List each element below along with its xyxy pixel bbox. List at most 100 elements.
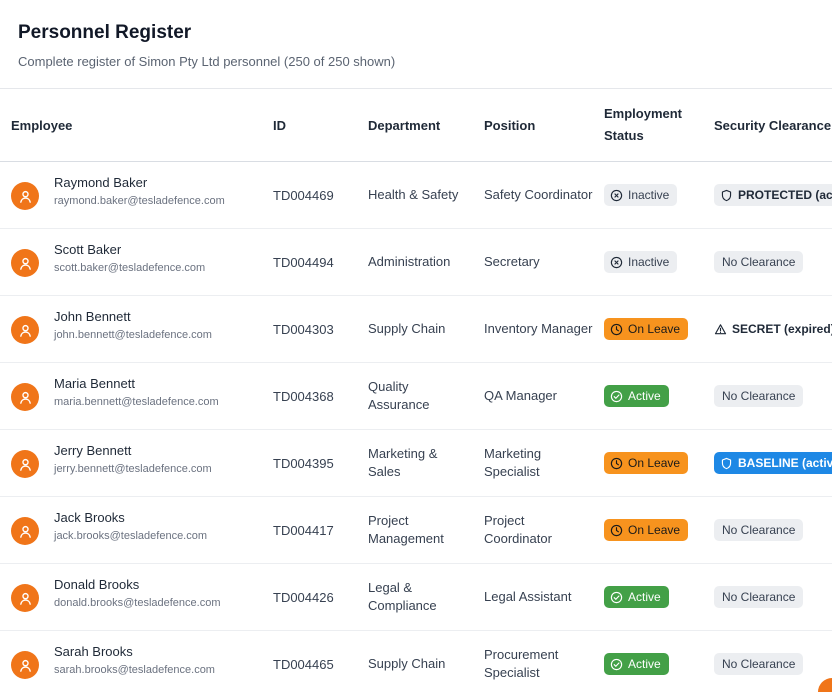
column-header-security-clearance[interactable]: Security Clearance	[714, 89, 831, 161]
clearance-label: No Clearance	[722, 255, 796, 269]
employee-email[interactable]: maria.bennett@tesladefence.com	[54, 396, 219, 408]
employee-name[interactable]: Donald Brooks	[54, 577, 221, 592]
column-header-employee[interactable]: Employee	[11, 89, 72, 161]
clearance-label: BASELINE (active)	[738, 456, 832, 470]
clearance-label: PROTECTED (active)	[738, 188, 832, 202]
employee-name[interactable]: John Bennett	[54, 309, 212, 324]
table-row[interactable]: Sarah Brooks sarah.brooks@tesladefence.c…	[0, 631, 832, 692]
page-subtitle: Complete register of Simon Pty Ltd perso…	[18, 54, 396, 69]
employee-cell: Sarah Brooks sarah.brooks@tesladefence.c…	[54, 644, 215, 676]
clearance-badge: BASELINE (active)	[714, 452, 832, 474]
user-icon	[18, 189, 33, 204]
table-row[interactable]: Scott Baker scott.baker@tesladefence.com…	[0, 229, 832, 296]
clearance-label: No Clearance	[722, 657, 796, 671]
employment-status-cell: Active	[604, 363, 669, 429]
table-row[interactable]: Donald Brooks donald.brooks@tesladefence…	[0, 564, 832, 631]
employee-name[interactable]: Maria Bennett	[54, 376, 219, 391]
employee-cell: Maria Bennett maria.bennett@tesladefence…	[54, 376, 219, 408]
page-header: Personnel Register Complete register of …	[18, 22, 395, 69]
status-badge: Inactive	[604, 184, 678, 206]
department-cell: Marketing & Sales	[368, 446, 438, 479]
clearance-badge: No Clearance	[714, 251, 804, 273]
clearance-badge: No Clearance	[714, 586, 804, 608]
employee-name[interactable]: Sarah Brooks	[54, 644, 215, 659]
department-cell: Supply Chain	[368, 656, 446, 671]
position-cell: QA Manager	[484, 388, 557, 403]
employee-cell: Donald Brooks donald.brooks@tesladefence…	[54, 577, 221, 609]
status-label: On Leave	[628, 523, 681, 537]
employee-name[interactable]: Jerry Bennett	[54, 443, 212, 458]
clearance-badge: PROTECTED (active)	[714, 184, 832, 206]
status-label: On Leave	[628, 456, 681, 470]
user-icon	[18, 390, 33, 405]
employee-id: TD004469	[273, 187, 334, 203]
employee-email[interactable]: john.bennett@tesladefence.com	[54, 329, 212, 341]
department-cell: Health & Safety	[368, 187, 459, 202]
column-header-position[interactable]: Position	[484, 89, 535, 161]
column-header-employment-status[interactable]: Employment Status	[604, 89, 700, 161]
clock-icon	[610, 524, 623, 537]
employee-email[interactable]: jerry.bennett@tesladefence.com	[54, 463, 212, 475]
user-icon	[18, 524, 33, 539]
user-icon	[18, 323, 33, 338]
table-row[interactable]: John Bennett john.bennett@tesladefence.c…	[0, 296, 832, 363]
clearance-badge: No Clearance	[714, 653, 804, 675]
user-icon	[18, 256, 33, 271]
position-cell: Marketing Specialist	[484, 446, 542, 479]
column-header-department[interactable]: Department	[368, 89, 440, 161]
position-cell: Secretary	[484, 254, 540, 269]
employee-email[interactable]: raymond.baker@tesladefence.com	[54, 195, 225, 207]
employee-id: TD004368	[273, 388, 334, 404]
page-title: Personnel Register	[18, 22, 192, 43]
column-header-id[interactable]: ID	[273, 89, 286, 161]
clearance-label: No Clearance	[722, 523, 796, 537]
department-cell: Supply Chain	[368, 321, 446, 336]
security-clearance-cell: SECRET (expired)	[714, 296, 832, 362]
employee-email[interactable]: scott.baker@tesladefence.com	[54, 262, 205, 274]
clearance-badge: No Clearance	[714, 385, 804, 407]
position-cell: Legal Assistant	[484, 589, 572, 604]
x-circle-icon	[610, 189, 623, 202]
security-clearance-cell: No Clearance	[714, 363, 804, 429]
employee-name[interactable]: Raymond Baker	[54, 175, 225, 190]
avatar	[11, 249, 39, 277]
table-row[interactable]: Maria Bennett maria.bennett@tesladefence…	[0, 363, 832, 430]
employment-status-cell: On Leave	[604, 497, 689, 563]
department-cell: Administration	[368, 254, 451, 269]
position-cell: Procurement Specialist	[484, 647, 559, 680]
employee-email[interactable]: sarah.brooks@tesladefence.com	[54, 664, 215, 676]
check-circle-icon	[610, 591, 623, 604]
employee-email[interactable]: donald.brooks@tesladefence.com	[54, 597, 221, 609]
clearance-badge: No Clearance	[714, 519, 804, 541]
employee-cell: Scott Baker scott.baker@tesladefence.com	[54, 242, 205, 274]
employee-id: TD004303	[273, 321, 334, 337]
status-label: Inactive	[628, 188, 670, 202]
table-row[interactable]: Jerry Bennett jerry.bennett@tesladefence…	[0, 430, 832, 497]
table-row[interactable]: Raymond Baker raymond.baker@tesladefence…	[0, 162, 832, 229]
status-label: On Leave	[628, 322, 681, 336]
employment-status-cell: On Leave	[604, 296, 689, 362]
status-badge: Active	[604, 385, 669, 407]
security-clearance-cell: BASELINE (active)	[714, 430, 832, 496]
employee-id: TD004395	[273, 455, 334, 471]
status-badge: On Leave	[604, 452, 689, 474]
employee-cell: Raymond Baker raymond.baker@tesladefence…	[54, 175, 225, 207]
clearance-badge: SECRET (expired)	[714, 318, 832, 340]
employee-email[interactable]: jack.brooks@tesladefence.com	[54, 530, 207, 542]
shield-icon	[720, 457, 733, 470]
employee-name[interactable]: Jack Brooks	[54, 510, 207, 525]
table-row[interactable]: Jack Brooks jack.brooks@tesladefence.com…	[0, 497, 832, 564]
status-badge: Inactive	[604, 251, 678, 273]
status-label: Active	[628, 389, 661, 403]
status-label: Active	[628, 657, 661, 671]
employee-name[interactable]: Scott Baker	[54, 242, 205, 257]
employee-cell: Jerry Bennett jerry.bennett@tesladefence…	[54, 443, 212, 475]
user-icon	[18, 457, 33, 472]
avatar	[11, 584, 39, 612]
status-badge: Active	[604, 653, 669, 675]
status-label: Active	[628, 590, 661, 604]
status-badge: On Leave	[604, 519, 689, 541]
status-badge: On Leave	[604, 318, 689, 340]
security-clearance-cell: No Clearance	[714, 631, 804, 692]
check-circle-icon	[610, 658, 623, 671]
